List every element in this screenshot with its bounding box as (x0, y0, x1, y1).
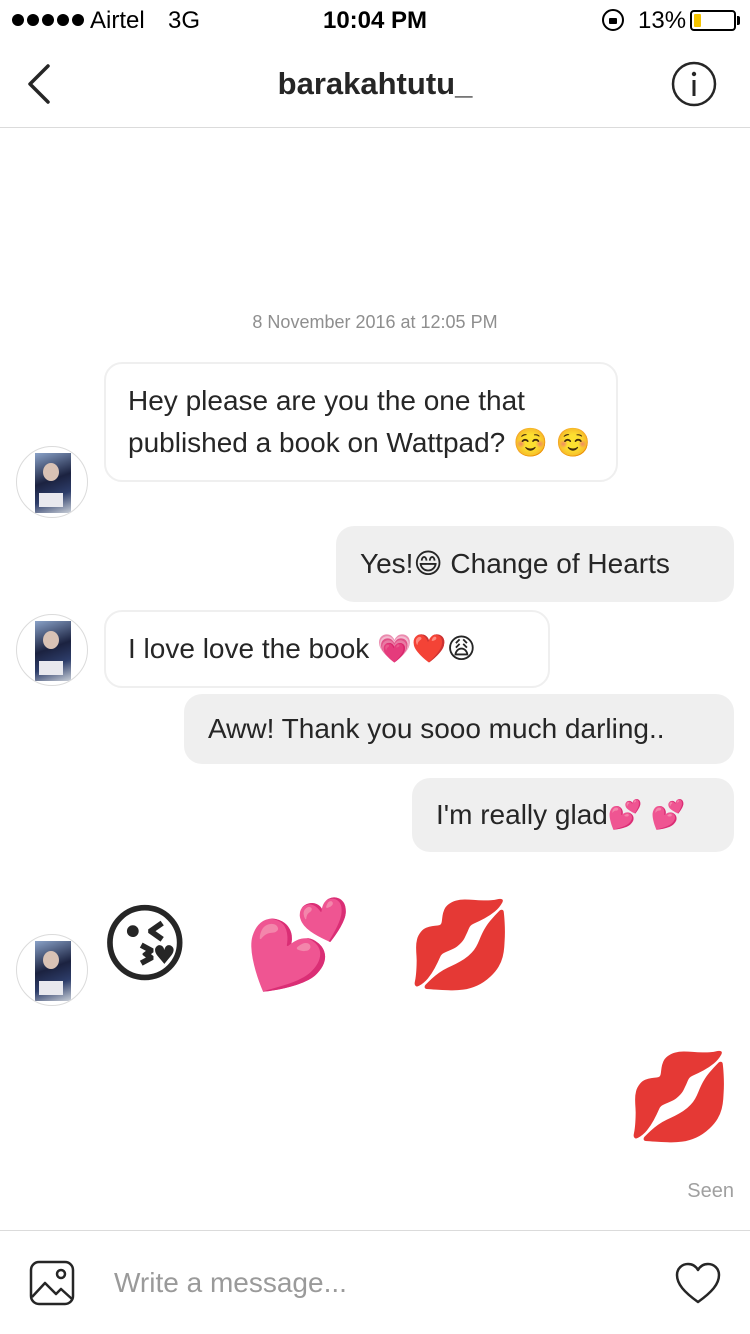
incoming-message-bubble[interactable]: Hey please are you the one that publishe… (104, 362, 618, 482)
outgoing-message-bubble[interactable]: I'm really glad💕 💕 (412, 778, 734, 852)
battery-icon (690, 10, 736, 31)
message-composer (0, 1230, 750, 1334)
conversation-header: barakahtutu_ (0, 40, 750, 128)
message-text: I love love the book 💗❤️😩 (128, 633, 476, 664)
message-text: Hey please are you the one that publishe… (128, 385, 591, 458)
status-bar: Airtel 3G 10:04 PM 13% (0, 0, 750, 40)
sender-avatar[interactable] (16, 614, 88, 686)
outgoing-message-bubble[interactable]: Yes!😄 Change of Hearts (336, 526, 734, 602)
message-text: I'm really glad💕 💕 (436, 799, 686, 830)
info-button[interactable] (670, 60, 718, 108)
sender-avatar[interactable] (16, 446, 88, 518)
rotation-lock-icon (602, 9, 624, 31)
message-timestamp: 8 November 2016 at 12:05 PM (252, 312, 498, 332)
sender-avatar[interactable] (16, 934, 88, 1006)
outgoing-emoji-message[interactable]: 💋 (626, 1042, 733, 1152)
seen-indicator: Seen (687, 1180, 734, 1202)
battery-level (694, 14, 701, 27)
gallery-button[interactable] (28, 1259, 76, 1307)
incoming-message-bubble[interactable]: I love love the book 💗❤️😩 (104, 610, 550, 688)
like-button[interactable] (674, 1261, 722, 1305)
incoming-emoji-message[interactable]: 😘 💕 💋 (100, 890, 529, 1000)
conversation-title[interactable]: barakahtutu_ (0, 66, 750, 102)
message-input[interactable] (114, 1257, 634, 1309)
battery-percentage: 13% (638, 7, 687, 34)
message-text: Yes!😄 Change of Hearts (360, 548, 670, 579)
message-text: Aww! Thank you sooo much darling.. (208, 713, 665, 744)
image-icon (29, 1260, 75, 1306)
battery-tip (737, 16, 740, 25)
outgoing-message-bubble[interactable]: Aww! Thank you sooo much darling.. (184, 694, 734, 764)
info-icon (671, 61, 717, 107)
heart-icon (675, 1262, 721, 1304)
